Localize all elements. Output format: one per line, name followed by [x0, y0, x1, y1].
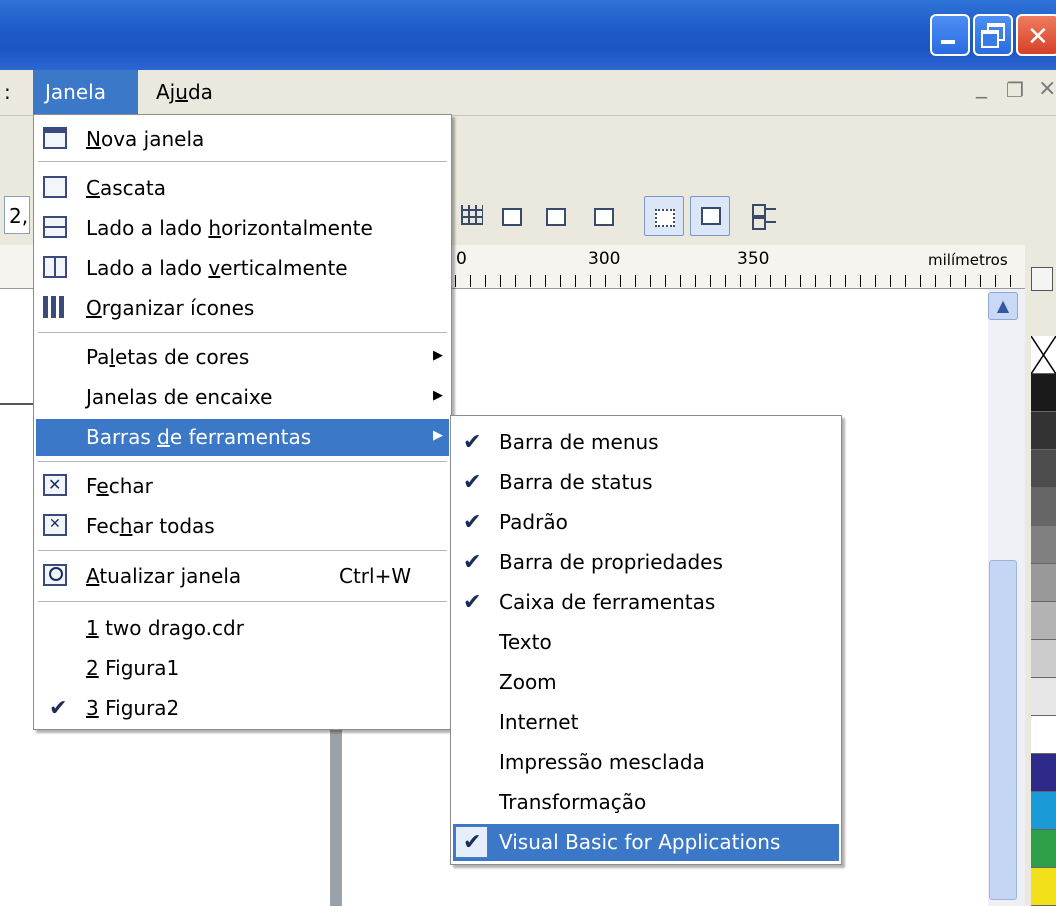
- check-icon: ✔: [463, 430, 482, 455]
- submenu-item[interactable]: Zoom: [453, 664, 839, 701]
- menu-item-tile-vertical[interactable]: Lado a lado verticalmente: [36, 250, 449, 287]
- submenu-item[interactable]: ✔ Caixa de ferramentas: [453, 584, 839, 621]
- color-swatch[interactable]: [1031, 564, 1056, 602]
- ruler-unit: milímetros: [928, 251, 1008, 269]
- document-window-controls: _ ❐ ×: [966, 74, 1056, 106]
- submenu-item[interactable]: Impressão mesclada: [453, 744, 839, 781]
- select-touch-icon[interactable]: [690, 196, 730, 236]
- check-icon: ✔: [49, 696, 68, 721]
- property-value-input[interactable]: 2,: [4, 196, 30, 234]
- color-swatch[interactable]: [1031, 412, 1056, 450]
- submenu-item[interactable]: Texto: [453, 624, 839, 661]
- menu-separator: [38, 161, 447, 162]
- checklist-icon[interactable]: [748, 200, 778, 230]
- menu-item-paletas-de-cores[interactable]: Paletas de cores ▶: [36, 339, 449, 376]
- doc-close-button[interactable]: ×: [1038, 76, 1056, 101]
- submenu-arrow-icon: ▶: [433, 428, 443, 443]
- palette-options-icon[interactable]: [1031, 267, 1053, 291]
- color-swatch[interactable]: [1031, 716, 1056, 754]
- tile-vertical-icon: [43, 256, 67, 278]
- submenu-item[interactable]: ✔ Barra de status: [453, 464, 839, 501]
- close-icon: ✕: [1027, 22, 1049, 52]
- ruler-label: 0: [456, 249, 467, 269]
- menu-ajuda[interactable]: Ajuda: [144, 70, 225, 115]
- color-swatch[interactable]: [1031, 754, 1056, 792]
- close-window-icon: ✕: [43, 474, 67, 496]
- menu-separator: [38, 332, 447, 333]
- color-swatch[interactable]: [1031, 450, 1056, 488]
- refresh-window-icon: [43, 564, 67, 586]
- ruler-label: 350: [737, 249, 770, 269]
- color-swatch[interactable]: [1031, 602, 1056, 640]
- cascade-icon: [43, 176, 67, 198]
- no-color-swatch[interactable]: [1031, 336, 1056, 374]
- submenu-item[interactable]: Transformação: [453, 784, 839, 821]
- menu-item-doc-2[interactable]: 2 Figura1: [36, 650, 449, 687]
- doc-restore-button[interactable]: ❐: [1006, 78, 1024, 102]
- ruler-ticks: [440, 275, 1025, 287]
- color-swatch[interactable]: [1031, 792, 1056, 830]
- menu-item-organizar-icones[interactable]: Organizar ícones: [36, 290, 449, 327]
- minimize-icon: [941, 40, 955, 44]
- color-swatch[interactable]: [1031, 640, 1056, 678]
- grid-icon[interactable]: [458, 200, 488, 230]
- menu-item-nova-janela[interactable]: Nova janela: [36, 121, 449, 158]
- submenu-item[interactable]: ✔ Barra de menus: [453, 424, 839, 461]
- minimize-button[interactable]: [930, 14, 970, 56]
- align-center-icon[interactable]: [540, 200, 570, 230]
- check-icon: ✔: [463, 590, 482, 615]
- janela-menu: Nova janela Cascata Lado a lado horizont…: [33, 114, 452, 730]
- menu-separator: [38, 550, 447, 551]
- check-icon: ✔: [463, 830, 482, 855]
- restore-button[interactable]: [973, 14, 1013, 56]
- menu-separator: [38, 461, 447, 462]
- color-palette: [1031, 336, 1056, 906]
- check-icon: ✔: [463, 510, 482, 535]
- color-swatch[interactable]: [1031, 526, 1056, 564]
- menu-item-tile-horizontal[interactable]: Lado a lado horizontalmente: [36, 210, 449, 247]
- arrange-icons-icon: [43, 296, 67, 318]
- menu-item-cascata[interactable]: Cascata: [36, 170, 449, 207]
- menu-janela[interactable]: Janela: [33, 70, 138, 115]
- submenu-item[interactable]: ✔ Padrão: [453, 504, 839, 541]
- color-swatch[interactable]: [1031, 374, 1056, 412]
- check-icon: ✔: [463, 470, 482, 495]
- color-swatch[interactable]: [1031, 678, 1056, 716]
- toolbars-submenu: ✔ Barra de menus ✔ Barra de status ✔ Pad…: [450, 415, 842, 865]
- align-left-icon[interactable]: [496, 200, 526, 230]
- menu-cut-item[interactable]: :: [0, 70, 11, 115]
- submenu-item-vba[interactable]: ✔ Visual Basic for Applications: [453, 824, 839, 861]
- menu-item-barras-de-ferramentas[interactable]: Barras de ferramentas ▶: [36, 419, 449, 456]
- select-mode-icon[interactable]: [644, 196, 684, 236]
- page-border: [330, 700, 342, 906]
- menu-item-fechar-todas[interactable]: ✕ Fechar todas: [36, 508, 449, 545]
- close-button[interactable]: ✕: [1016, 14, 1056, 56]
- ruler-label: 300: [588, 249, 621, 269]
- doc-minimize-button[interactable]: _: [976, 74, 987, 99]
- color-swatch[interactable]: [1031, 830, 1056, 868]
- menu-item-doc-3[interactable]: ✔ 3 Figura2: [36, 690, 449, 727]
- menu-separator: [38, 601, 447, 602]
- menu-bar: : Janela Ajuda _ ❐ ×: [0, 70, 1056, 116]
- submenu-item[interactable]: ✔ Barra de propriedades: [453, 544, 839, 581]
- menu-item-atualizar-janela[interactable]: Atualizar janela Ctrl+W: [36, 558, 449, 595]
- align-top-icon[interactable]: [588, 200, 618, 230]
- title-bar: ✕: [0, 0, 1056, 70]
- menu-item-janelas-de-encaixe[interactable]: Janelas de encaixe ▶: [36, 379, 449, 416]
- submenu-arrow-icon: ▶: [433, 348, 443, 363]
- menu-item-doc-1[interactable]: 1 two drago.cdr: [36, 610, 449, 647]
- submenu-arrow-icon: ▶: [433, 388, 443, 403]
- close-all-icon: ✕: [43, 514, 67, 536]
- scroll-thumb[interactable]: [989, 560, 1017, 900]
- submenu-item[interactable]: Internet: [453, 704, 839, 741]
- menu-item-fechar[interactable]: ✕ Fechar: [36, 468, 449, 505]
- color-swatch[interactable]: [1031, 488, 1056, 526]
- check-icon: ✔: [463, 550, 482, 575]
- color-swatch[interactable]: [1031, 868, 1056, 906]
- scroll-up-button[interactable]: ▲: [988, 292, 1018, 320]
- tile-horizontal-icon: [43, 216, 67, 238]
- shortcut-label: Ctrl+W: [339, 564, 412, 588]
- new-window-icon: [43, 127, 67, 149]
